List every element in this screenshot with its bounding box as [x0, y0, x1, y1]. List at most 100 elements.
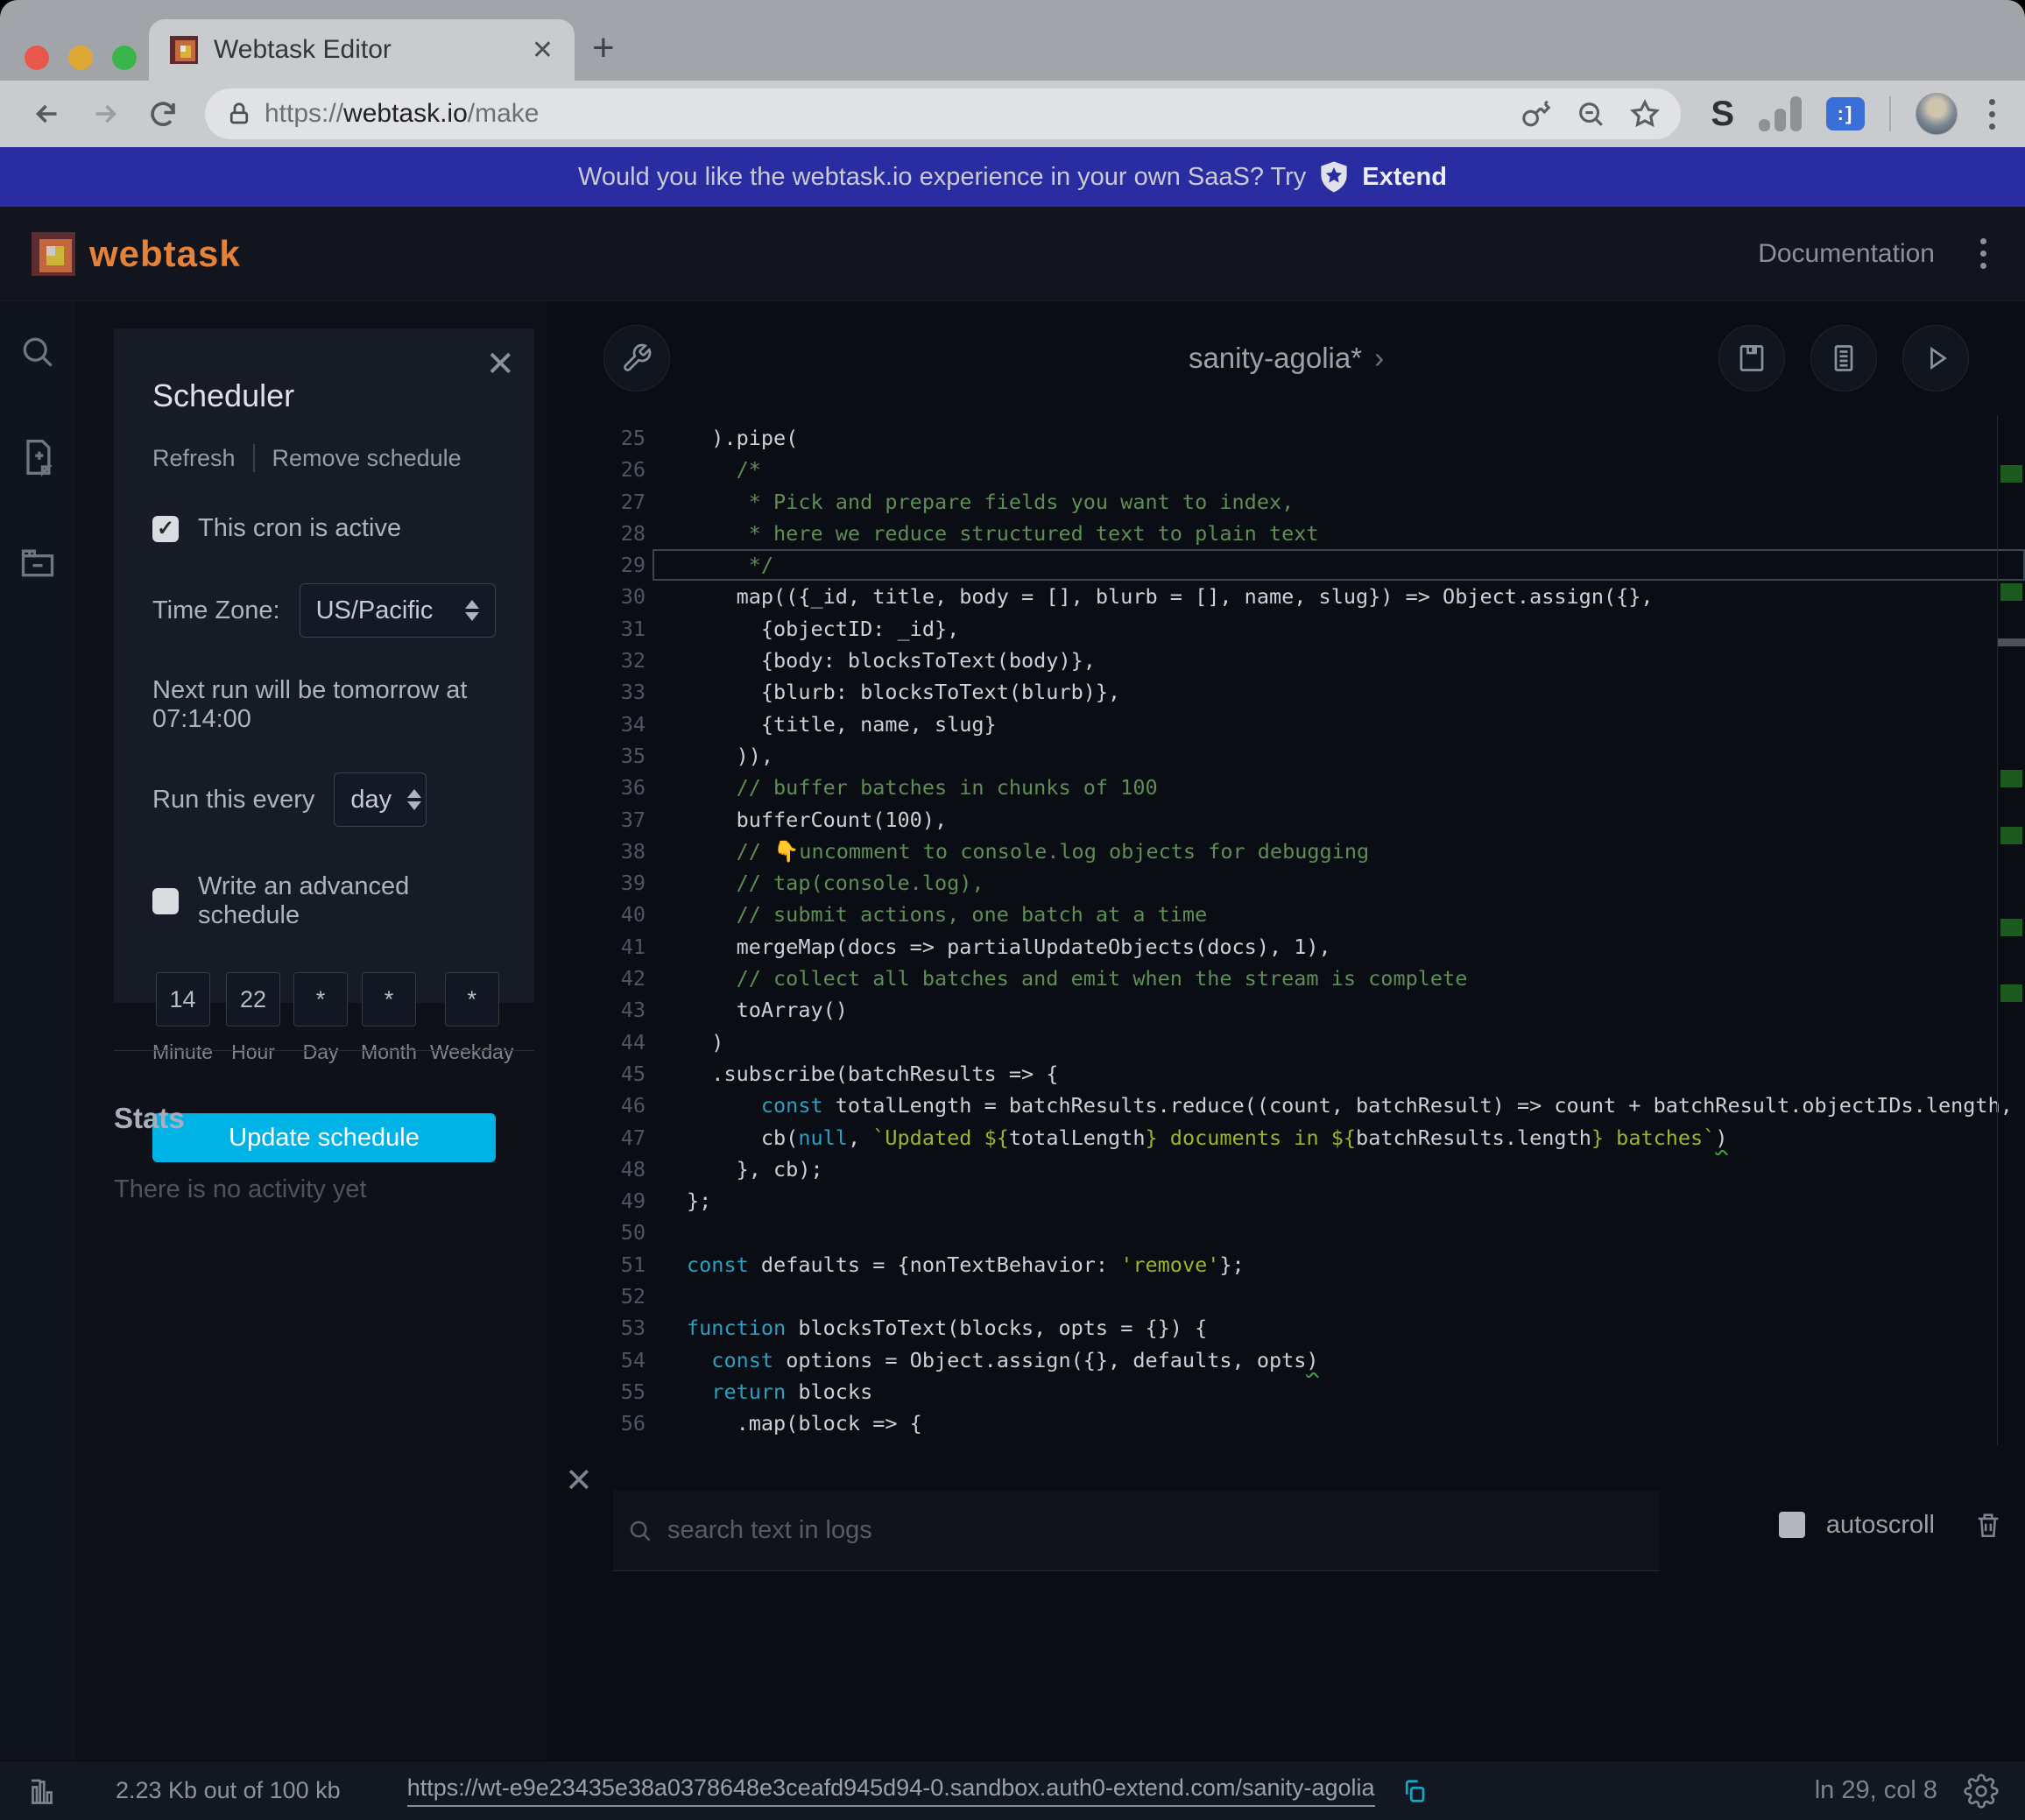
code-line[interactable]: 50: [547, 1217, 2025, 1248]
code-line[interactable]: 30 map(({_id, title, body = [], blurb = …: [547, 581, 2025, 612]
link-divider: [253, 444, 255, 472]
save-button[interactable]: [1718, 325, 1785, 392]
scrollbar-thumb[interactable]: [1998, 638, 2025, 646]
code-line[interactable]: 56 .map(block => {: [547, 1407, 2025, 1439]
code-line[interactable]: 34 {title, name, slug}: [547, 709, 2025, 740]
run-every-select[interactable]: day: [334, 772, 427, 827]
advanced-schedule-checkbox[interactable]: [152, 888, 179, 914]
editor-settings-gear-icon[interactable]: [1964, 1774, 1999, 1809]
zoom-window-button[interactable]: [112, 46, 137, 70]
select-arrows-icon: [407, 789, 421, 810]
run-button[interactable]: [1902, 325, 1969, 392]
tab-title: Webtask Editor: [214, 35, 516, 65]
reload-icon[interactable]: [138, 89, 187, 138]
code-line[interactable]: 39 // tap(console.log),: [547, 867, 2025, 899]
timezone-select[interactable]: US/Pacific: [300, 583, 496, 638]
scheduler-close-icon[interactable]: ✕: [485, 344, 515, 384]
cron-active-checkbox[interactable]: [152, 516, 179, 542]
next-run-text: Next run will be tomorrow at 07:14:00: [152, 676, 496, 734]
webtask-brand[interactable]: webtask: [32, 232, 241, 276]
cron-field-input[interactable]: 22: [226, 972, 280, 1026]
code-line[interactable]: 47 cb(null, `Updated ${totalLength} docu…: [547, 1122, 2025, 1153]
code-line[interactable]: 31 {objectID: _id},: [547, 613, 2025, 645]
code-line[interactable]: 51const defaults = {nonTextBehavior: 're…: [547, 1249, 2025, 1280]
code-text: const totalLength = batchResults.reduce(…: [646, 1090, 2025, 1121]
line-number: 50: [547, 1217, 646, 1248]
code-editor[interactable]: 25 ).pipe(26 /*27 * Pick and prepare fie…: [547, 415, 2025, 1445]
usage-icon: [26, 1775, 58, 1807]
url-bar[interactable]: https://webtask.io/make: [205, 88, 1681, 139]
code-line[interactable]: 41 mergeMap(docs => partialUpdateObjects…: [547, 931, 2025, 963]
lock-icon: [226, 101, 252, 127]
code-line[interactable]: 54 const options = Object.assign({}, def…: [547, 1344, 2025, 1376]
logs-search-bar[interactable]: search text in logs: [613, 1491, 1660, 1571]
code-line[interactable]: 26 /*: [547, 454, 2025, 485]
documentation-link[interactable]: Documentation: [1758, 239, 1935, 269]
code-line[interactable]: 33 {blurb: blocksToText(blurb)},: [547, 676, 2025, 708]
play-icon: [1920, 342, 1951, 374]
app-menu-icon[interactable]: [1973, 238, 1993, 269]
code-text: // tap(console.log),: [646, 867, 984, 899]
line-number: 30: [547, 581, 646, 612]
code-line[interactable]: 49};: [547, 1185, 2025, 1217]
logs-search-input[interactable]: search text in logs: [667, 1516, 872, 1545]
code-line[interactable]: 44 ): [547, 1026, 2025, 1058]
banner-cta[interactable]: Extend: [1362, 163, 1447, 192]
code-line[interactable]: 32 {body: blocksToText(body)},: [547, 645, 2025, 676]
webtask-url-link[interactable]: https://wt-e9e23435e38a0378648e3ceafd945…: [407, 1774, 1375, 1807]
extension-s-icon[interactable]: S: [1711, 95, 1734, 134]
profile-avatar[interactable]: [1916, 93, 1958, 135]
new-file-icon[interactable]: [18, 438, 57, 476]
code-line[interactable]: 55 return blocks: [547, 1376, 2025, 1407]
tab-close-icon[interactable]: ✕: [532, 35, 554, 66]
code-text: ): [646, 1026, 723, 1058]
copy-url-icon[interactable]: [1401, 1778, 1428, 1804]
cron-field-input[interactable]: 14: [156, 972, 210, 1026]
extension-tag-icon[interactable]: :]: [1826, 97, 1865, 131]
open-folder-icon[interactable]: [18, 543, 57, 582]
search-icon[interactable]: [18, 333, 57, 371]
autoscroll-checkbox[interactable]: [1779, 1512, 1805, 1538]
clear-logs-trash-icon[interactable]: [1973, 1510, 2003, 1540]
zoom-out-icon[interactable]: [1576, 99, 1605, 129]
browser-menu-icon[interactable]: [1982, 99, 2002, 130]
settings-wrench-button[interactable]: [603, 325, 670, 392]
logs-close-icon[interactable]: ✕: [565, 1461, 593, 1500]
logs-button[interactable]: [1810, 325, 1877, 392]
code-line[interactable]: 27 * Pick and prepare fields you want to…: [547, 486, 2025, 518]
line-number: 35: [547, 740, 646, 772]
refresh-link[interactable]: Refresh: [152, 445, 236, 472]
browser-tab[interactable]: Webtask Editor ✕: [149, 19, 575, 81]
code-line[interactable]: 48 }, cb);: [547, 1153, 2025, 1185]
remove-schedule-link[interactable]: Remove schedule: [272, 445, 462, 472]
promo-banner[interactable]: Would you like the webtask.io experience…: [0, 147, 2025, 207]
code-line[interactable]: 37 bufferCount(100),: [547, 804, 2025, 836]
code-line[interactable]: 42 // collect all batches and emit when …: [547, 963, 2025, 994]
code-line[interactable]: 35 )),: [547, 740, 2025, 772]
new-tab-button[interactable]: +: [592, 26, 615, 70]
code-line[interactable]: 40 // submit actions, one batch at a tim…: [547, 899, 2025, 930]
cron-field-input[interactable]: *: [293, 972, 348, 1026]
browser-titlebar: Webtask Editor ✕ +: [0, 0, 2025, 81]
code-text: * here we reduce structured text to plai…: [646, 518, 1319, 549]
password-key-icon[interactable]: [1521, 99, 1551, 129]
code-line[interactable]: 53function blocksToText(blocks, opts = {…: [547, 1312, 2025, 1344]
code-line[interactable]: 29 */: [547, 549, 2025, 581]
code-line[interactable]: 28 * here we reduce structured text to p…: [547, 518, 2025, 549]
forward-icon[interactable]: [81, 89, 130, 138]
code-line[interactable]: 38 // 👇uncomment to console.log objects …: [547, 836, 2025, 867]
cron-field-input[interactable]: *: [362, 972, 416, 1026]
cron-field-input[interactable]: *: [445, 972, 499, 1026]
code-text: // collect all batches and emit when the…: [646, 963, 1467, 994]
code-line[interactable]: 25 ).pipe(: [547, 422, 2025, 454]
code-line[interactable]: 43 toArray(): [547, 994, 2025, 1026]
extension-analytics-icon[interactable]: [1759, 96, 1802, 131]
minimize-window-button[interactable]: [68, 46, 93, 70]
bookmark-star-icon[interactable]: [1630, 99, 1660, 129]
close-window-button[interactable]: [25, 46, 49, 70]
code-line[interactable]: 52: [547, 1280, 2025, 1312]
code-line[interactable]: 46 const totalLength = batchResults.redu…: [547, 1090, 2025, 1121]
back-icon[interactable]: [23, 89, 72, 138]
code-line[interactable]: 36 // buffer batches in chunks of 100: [547, 772, 2025, 803]
code-line[interactable]: 45 .subscribe(batchResults => {: [547, 1058, 2025, 1090]
